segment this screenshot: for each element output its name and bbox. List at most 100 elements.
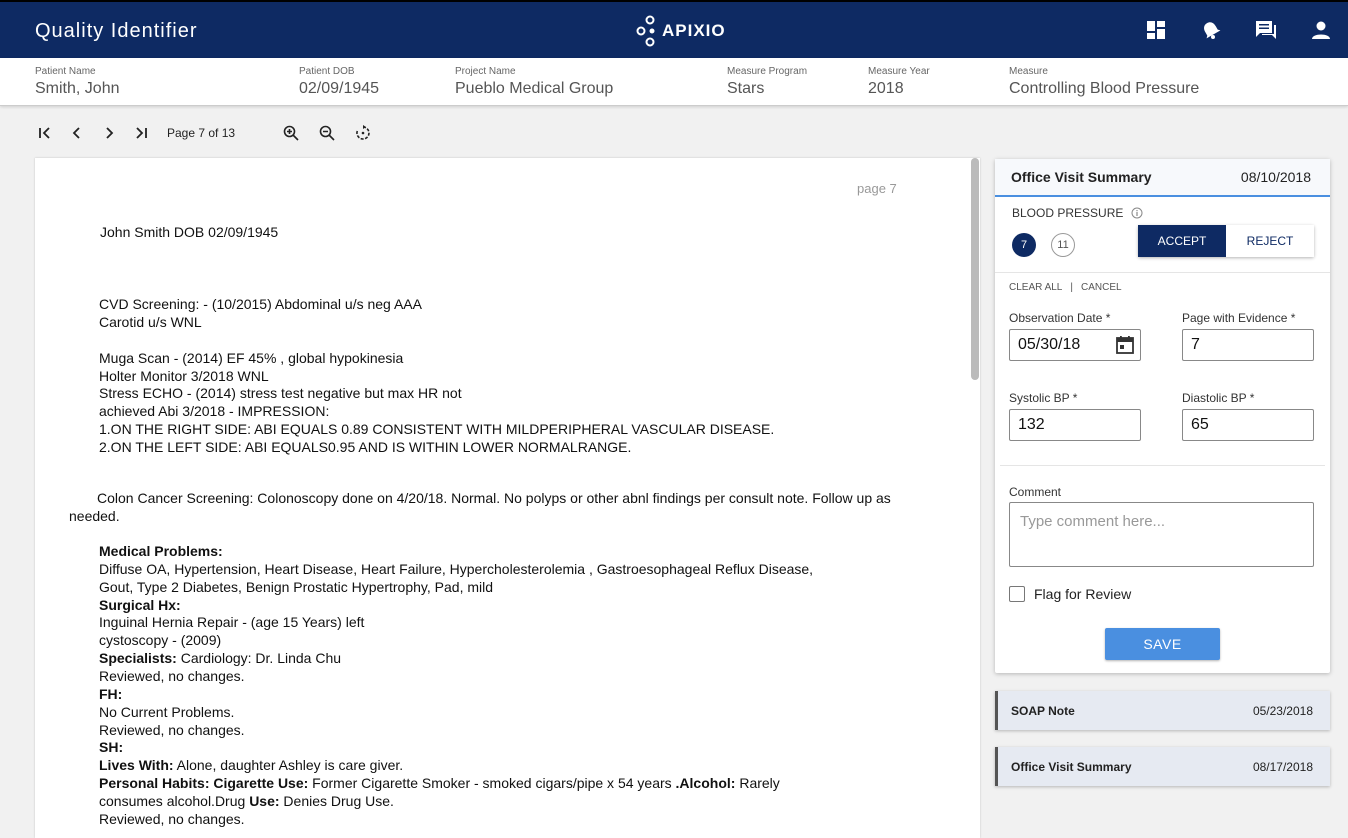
evidence-card[interactable]: SOAP Note 05/23/2018: [995, 691, 1330, 730]
clear-all-link[interactable]: CLEAR ALL: [1009, 282, 1062, 293]
doc-line: Reviewed, no changes.: [99, 722, 245, 738]
flag-for-review[interactable]: Flag for Review: [1009, 586, 1131, 602]
account-button[interactable]: [1293, 2, 1348, 58]
dashboard-icon: [1146, 21, 1165, 39]
flag-label: Flag for Review: [1034, 586, 1132, 602]
project-name-label: Project Name: [455, 66, 516, 77]
doc-text: Cardiology: Dr. Linda Chu: [176, 650, 342, 666]
page-evidence-input[interactable]: 7: [1182, 329, 1314, 361]
doc-text: Alone, daughter Ashley is care giver.: [173, 757, 404, 773]
doc-line: Medical Problems:: [99, 543, 223, 559]
last-page-button[interactable]: [131, 123, 151, 143]
measure-field: Measure Controlling Blood Pressure: [1009, 66, 1199, 98]
zoom-out-button[interactable]: [317, 123, 337, 143]
doc-line: Reviewed, no changes.: [99, 811, 245, 827]
panel-date: 08/10/2018: [1240, 169, 1311, 185]
notifications-button[interactable]: [1183, 2, 1238, 58]
diastolic-value: 65: [1191, 416, 1209, 433]
systolic-input[interactable]: 132: [1009, 409, 1141, 441]
document-viewer[interactable]: page 7 John Smith DOB 02/09/1945 CVD Scr…: [35, 158, 980, 838]
doc-line: Holter Monitor 3/2018 WNL: [99, 368, 269, 384]
doc-text: Denies Drug Use.: [279, 793, 394, 809]
logo: APIXIO: [636, 14, 726, 48]
doc-heading: Use:: [249, 793, 280, 809]
dashboard-button[interactable]: [1128, 2, 1183, 58]
comment-label: Comment: [1009, 485, 1062, 499]
patient-dob-label: Patient DOB: [299, 66, 355, 77]
measure-label: Measure: [1009, 66, 1048, 77]
calendar-icon[interactable]: [1114, 334, 1136, 356]
patient-dob-value: 02/09/1945: [299, 80, 380, 97]
doc-heading: Specialists:: [99, 650, 177, 666]
diastolic-label: Diastolic BP *: [1182, 391, 1255, 405]
measure-year-field: Measure Year 2018: [868, 66, 930, 98]
doc-heading: Personal Habits: Cigarette Use:: [99, 775, 309, 791]
doc-heading: .Alcohol:: [675, 775, 736, 791]
accept-button[interactable]: ACCEPT: [1138, 225, 1226, 257]
project-name-field: Project Name Pueblo Medical Group: [455, 66, 613, 98]
flag-checkbox[interactable]: [1009, 586, 1025, 602]
next-page-button[interactable]: [99, 123, 119, 143]
chevron-right-icon: [106, 127, 114, 139]
patient-name-value: Smith, John: [35, 80, 120, 97]
doc-heading: Lives With:: [99, 757, 174, 773]
accept-reject-group: ACCEPT REJECT: [1138, 225, 1314, 257]
patient-info-bar: Patient Name Smith, John Patient DOB 02/…: [0, 58, 1348, 106]
bp-label-text: BLOOD PRESSURE: [1012, 206, 1124, 220]
zoom-out-icon: [319, 125, 335, 141]
previous-page-button[interactable]: [67, 123, 87, 143]
panel-header[interactable]: Office Visit Summary 08/10/2018: [995, 159, 1330, 197]
apixio-logo-icon: [636, 15, 655, 47]
chevron-left-icon: [72, 127, 80, 139]
observation-date-value: 05/30/18: [1018, 336, 1081, 353]
evidence-badge[interactable]: 11: [1051, 233, 1075, 257]
measure-program-field: Measure Program Stars: [727, 66, 807, 98]
measure-year-value: 2018: [868, 80, 904, 97]
cancel-link[interactable]: CANCEL: [1081, 282, 1122, 293]
panel-title: Office Visit Summary: [1011, 169, 1152, 185]
account-icon: [1311, 21, 1330, 39]
doc-line: FH:: [99, 686, 122, 702]
doc-line: Carotid u/s WNL: [99, 314, 202, 330]
comment-textarea[interactable]: Type comment here...: [1009, 502, 1314, 567]
evidence-card[interactable]: Office Visit Summary 08/17/2018: [995, 747, 1330, 786]
doc-line: Diffuse OA, Hypertension, Heart Disease,…: [99, 561, 814, 577]
doc-heading: Medical Problems:: [99, 543, 223, 559]
doc-line: Lives With: Alone, daughter Ashley is ca…: [99, 757, 403, 773]
notifications-icon: [1203, 22, 1220, 39]
doc-heading: SH:: [99, 739, 124, 755]
doc-line: Inguinal Hernia Repair - (age 15 Years) …: [99, 614, 365, 630]
rotate-button[interactable]: [353, 123, 373, 143]
document-header: John Smith DOB 02/09/1945: [100, 224, 279, 240]
chat-button[interactable]: [1238, 2, 1293, 58]
reject-button[interactable]: REJECT: [1226, 225, 1314, 257]
measure-program-value: Stars: [727, 80, 765, 97]
document-scrollbar[interactable]: [971, 158, 979, 380]
doc-line: Stress ECHO - (2014) stress test negativ…: [99, 385, 462, 401]
save-button[interactable]: SAVE: [1105, 628, 1220, 660]
diastolic-input[interactable]: 65: [1182, 409, 1314, 441]
info-icon[interactable]: [1131, 207, 1143, 219]
last-page-icon: [136, 127, 147, 139]
observation-date-input[interactable]: 05/30/18: [1009, 329, 1141, 361]
card-title: SOAP Note: [1011, 703, 1075, 718]
doc-line: Muga Scan - (2014) EF 45% , global hypok…: [99, 350, 404, 366]
card-title: Office Visit Summary: [1011, 759, 1132, 774]
card-date: 05/23/2018: [1252, 703, 1313, 718]
doc-line: 2.ON THE LEFT SIDE: ABI EQUALS0.95 AND I…: [99, 439, 632, 455]
action-links: CLEAR ALL | CANCEL: [1009, 282, 1122, 293]
measure-program-label: Measure Program: [727, 66, 808, 77]
evidence-panel: Office Visit Summary 08/10/2018 BLOOD PR…: [995, 159, 1330, 673]
logo-text: APIXIO: [662, 21, 726, 40]
doc-line: Personal Habits: Cigarette Use: Former C…: [99, 775, 780, 791]
page-evidence-value: 7: [1191, 336, 1200, 353]
doc-line: Specialists: Cardiology: Dr. Linda Chu: [99, 650, 341, 666]
measure-year-label: Measure Year: [868, 66, 930, 77]
zoom-in-button[interactable]: [281, 123, 301, 143]
doc-text: consumes alcohol.Drug: [99, 793, 250, 809]
systolic-value: 132: [1018, 416, 1045, 433]
evidence-badge-active[interactable]: 7: [1012, 233, 1036, 257]
first-page-button[interactable]: [35, 123, 55, 143]
patient-name-label: Patient Name: [35, 66, 96, 77]
measure-value: Controlling Blood Pressure: [1009, 80, 1200, 97]
